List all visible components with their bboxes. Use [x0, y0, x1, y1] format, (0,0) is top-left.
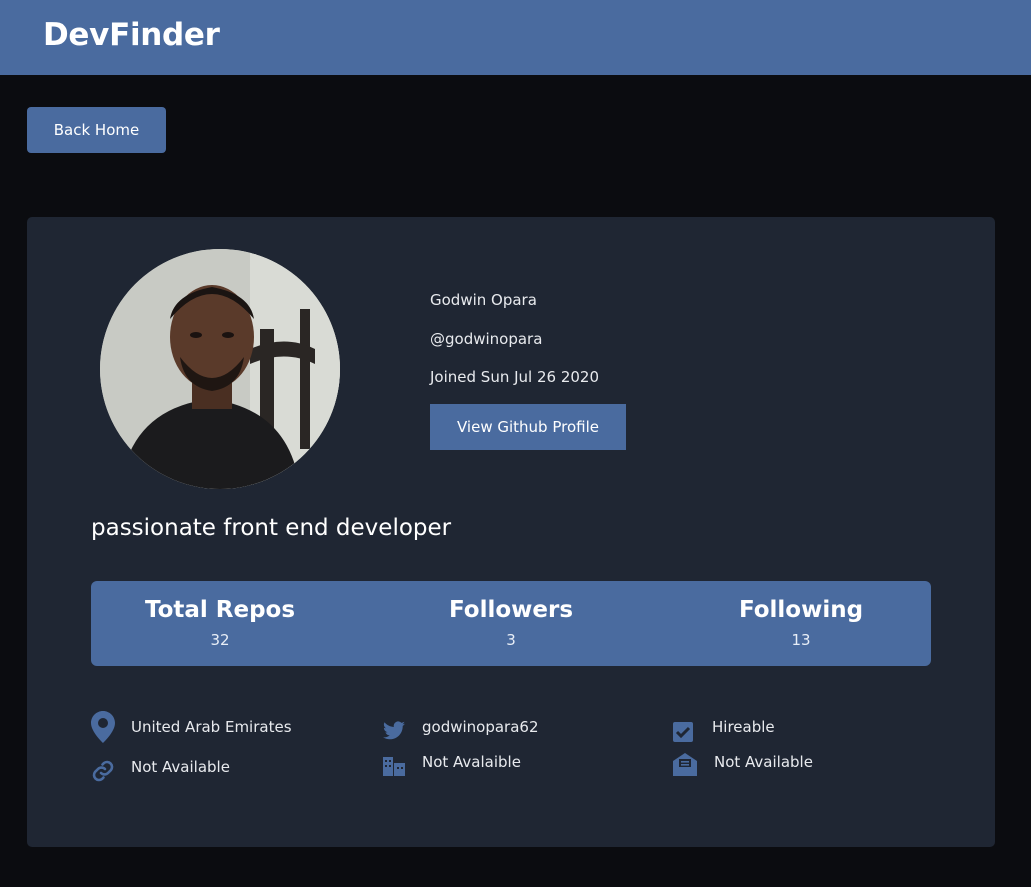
location-text: United Arab Emirates: [131, 718, 292, 736]
detail-company: Not Avalaible: [382, 746, 521, 778]
view-github-profile-button[interactable]: View Github Profile: [430, 404, 626, 450]
detail-location: United Arab Emirates: [91, 711, 292, 743]
company-text: Not Avalaible: [422, 753, 521, 771]
email-text: Not Available: [714, 753, 813, 771]
detail-hireable: Hireable: [672, 711, 775, 743]
stat-value: 3: [506, 631, 516, 649]
stat-total-repos: Total Repos 32: [110, 597, 330, 649]
stat-followers: Followers 3: [401, 597, 621, 649]
stat-label: Following: [738, 597, 864, 623]
map-marker-icon: [91, 711, 115, 743]
twitter-handle-text[interactable]: godwinopara62: [422, 718, 539, 736]
hireable-text: Hireable: [712, 718, 775, 736]
avatar-photo: [100, 249, 340, 489]
detail-blog: Not Available: [91, 751, 230, 783]
profile-joined-date: Joined Sun Jul 26 2020: [430, 368, 599, 386]
stat-following: Following 13: [691, 597, 911, 649]
stat-label: Followers: [448, 597, 574, 623]
profile-card: Godwin Opara @godwinopara Joined Sun Jul…: [27, 217, 995, 847]
envelope-open-icon: [672, 746, 698, 778]
building-icon: [382, 746, 406, 778]
check-square-icon: [672, 711, 696, 743]
detail-email: Not Available: [672, 746, 813, 778]
stat-value: 32: [210, 631, 230, 649]
detail-twitter: godwinopara62: [382, 711, 539, 743]
profile-bio: passionate front end developer: [91, 515, 452, 541]
stat-value: 13: [791, 631, 811, 649]
avatar: [100, 249, 340, 489]
link-icon: [91, 751, 115, 783]
brand-logo[interactable]: DevFinder: [43, 17, 220, 53]
back-home-button[interactable]: Back Home: [27, 107, 166, 153]
blog-text: Not Available: [131, 758, 230, 776]
twitter-icon: [382, 711, 406, 743]
navbar: DevFinder: [0, 0, 1031, 75]
profile-name: Godwin Opara: [430, 291, 537, 309]
stats-bar: Total Repos 32 Followers 3 Following 13: [91, 581, 931, 666]
stat-label: Total Repos: [144, 597, 296, 623]
profile-login: @godwinopara: [430, 330, 543, 348]
